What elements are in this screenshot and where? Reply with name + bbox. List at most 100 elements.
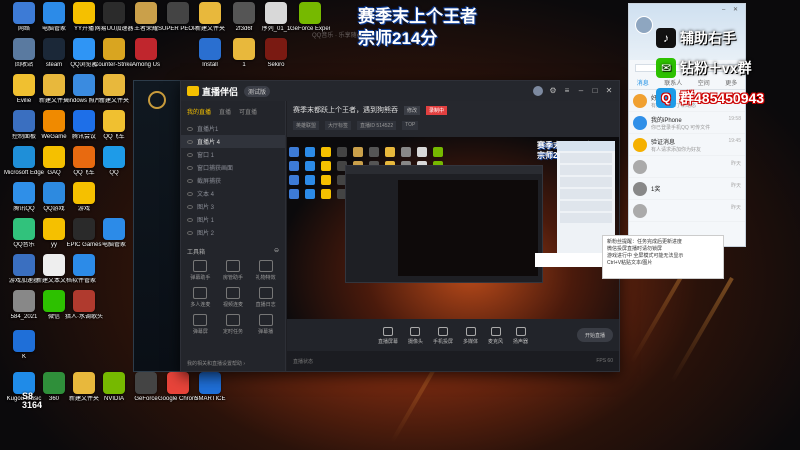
eye-icon[interactable]: [187, 126, 193, 131]
tool-button[interactable]: 多人连麦: [185, 287, 216, 308]
app-icon: [13, 290, 35, 312]
collapse-icon[interactable]: ⊖: [274, 247, 279, 256]
qq-conversation-row[interactable]: 昨天: [629, 200, 745, 222]
scene-list: 直播片1 直播片 4 窗口 1 窗口捕获画面截屏捕获 文本 4 图片 3 图片 1 图片 2: [181, 122, 285, 239]
desktop-icon-label: 软件管家: [71, 278, 96, 284]
live-preview[interactable]: 赛季末上个王者 宗师214分: [287, 137, 619, 319]
desktop-icon[interactable]: QQ: [94, 146, 134, 177]
scene-item[interactable]: 文本 4: [181, 187, 285, 200]
desktop-icon[interactable]: Sekiro: [256, 38, 296, 69]
qq-tab-messages[interactable]: 消息: [637, 78, 649, 87]
close-icon[interactable]: ✕: [605, 87, 613, 95]
preview-qq-row: [560, 165, 612, 175]
meta-category[interactable]: 英雄联盟: [293, 121, 320, 130]
tab-available[interactable]: 可直播: [239, 107, 257, 116]
desktop-icon[interactable]: 猎人·水调歌头: [64, 290, 104, 321]
qq-tab-contacts[interactable]: 联系人: [664, 78, 682, 87]
promo-line-3: Q 群485450943: [656, 88, 764, 108]
preview-mini-icon: [289, 147, 299, 157]
scene-item[interactable]: 图片 3: [181, 200, 285, 213]
eye-icon[interactable]: [187, 204, 193, 209]
maximize-icon[interactable]: □: [591, 87, 599, 95]
desktop-icon[interactable]: Among Us: [126, 38, 166, 69]
sidebar-footer-link[interactable]: 我的相关和直播设置帮助 ›: [187, 360, 245, 367]
eye-icon[interactable]: [187, 152, 193, 157]
desktop-icon[interactable]: K: [4, 330, 44, 361]
tool-button[interactable]: 弹幕助手: [185, 260, 216, 281]
qq-conversation-list: 好友动态有好友发布了新动态20:06我的iPhone你已登录手机QQ 可传文件1…: [629, 90, 745, 222]
scene-label: 图片 1: [197, 218, 215, 224]
qq-tab-space[interactable]: 空间: [698, 78, 710, 87]
control-label: 摄像头: [407, 339, 423, 345]
preview-qq-row: [560, 177, 612, 187]
qq-tab-more[interactable]: 更多: [725, 78, 737, 87]
scene-item[interactable]: 截屏捕获: [181, 174, 285, 187]
desktop-icon[interactable]: 游戏: [64, 182, 104, 213]
desktop-icon[interactable]: 新建文件夹: [94, 74, 134, 105]
scene-item[interactable]: 直播片1: [181, 122, 285, 135]
app-icon: [43, 146, 65, 168]
wallpaper-streak: [670, 277, 734, 383]
scene-item[interactable]: 窗口捕获画面: [181, 161, 285, 174]
source-control-button[interactable]: 麦克风: [488, 327, 503, 345]
tool-label: 弹幕助手: [190, 275, 211, 281]
tool-button[interactable]: 定时任务: [218, 314, 249, 335]
desktop-icon[interactable]: 软件管家: [64, 254, 104, 285]
tool-button[interactable]: 房管助手: [218, 260, 249, 281]
scene-item[interactable]: 图片 1: [181, 213, 285, 226]
preview-mini-icon: [321, 175, 331, 185]
qq-conversation-row[interactable]: 1奖 昨天: [629, 178, 745, 200]
source-control-button[interactable]: 手机投屏: [433, 327, 453, 345]
desktop-icon[interactable]: 电脑管家: [94, 218, 134, 249]
toolbox-title: 工具箱: [187, 250, 206, 256]
preview-mini-icon: [305, 175, 315, 185]
desktop-icon[interactable]: QQ飞车: [94, 110, 134, 141]
eye-icon[interactable]: [187, 139, 193, 144]
tool-button[interactable]: 弹幕播: [250, 314, 281, 335]
eye-icon[interactable]: [187, 178, 193, 183]
scene-item[interactable]: 直播片 4: [181, 135, 285, 148]
qq-window-controls[interactable]: – ✕: [722, 6, 741, 13]
minimize-icon[interactable]: –: [577, 87, 585, 95]
message-time: 昨天: [730, 161, 741, 167]
desktop-icon-label: QQ飞车: [103, 134, 125, 140]
eye-icon[interactable]: [187, 217, 193, 222]
desktop-icon[interactable]: SMARTICE: [190, 372, 230, 403]
tool-button[interactable]: 视频连麦: [218, 287, 249, 308]
qq-conversation-row[interactable]: 昨天: [629, 156, 745, 178]
scene-label: 窗口捕获画面: [197, 166, 234, 172]
app-titlebar[interactable]: 直播伴侣 测试版 ⚙ ≡ – □ ✕: [181, 81, 619, 101]
qq-conversation-row[interactable]: 验证消息 有人请求添加你为好友 19:45: [629, 134, 745, 156]
eye-icon[interactable]: [187, 191, 193, 196]
meta-tag[interactable]: 大厅标签: [325, 121, 352, 130]
qq-avatar[interactable]: [635, 16, 653, 34]
start-live-button[interactable]: 开始直播: [577, 328, 613, 342]
qq-conversation-row[interactable]: 我的iPhone 你已登录手机QQ 可传文件 19:58: [629, 112, 745, 134]
tab-live[interactable]: 直播: [219, 107, 231, 116]
source-control-button[interactable]: 直播屏幕: [378, 327, 398, 345]
source-control-button[interactable]: 摄像头: [408, 327, 423, 345]
help-tooltip: 新粉丝提醒：任务完成后更新进度 微信投屏直播时请勿锁屏 游戏进行中 全屏模式可能…: [602, 235, 724, 279]
edit-title-button[interactable]: 修改: [404, 105, 421, 115]
source-control-button[interactable]: 多媒体: [463, 327, 478, 345]
eye-icon[interactable]: [187, 165, 193, 170]
tool-button[interactable]: 弹幕屏: [185, 314, 216, 335]
app-icon: [135, 2, 157, 24]
menu-icon[interactable]: ≡: [563, 87, 571, 95]
desktop-icon[interactable]: GeForce Experience: [290, 2, 330, 33]
source-control-button[interactable]: 扬声器: [513, 327, 528, 345]
app-icon: [13, 38, 35, 60]
game-client-frame[interactable]: [133, 80, 181, 372]
tool-button[interactable]: 直播日志: [250, 287, 281, 308]
preview-mini-icon: [289, 189, 299, 199]
tab-my-live[interactable]: 我的直播: [187, 107, 211, 116]
preview-mini-icon: [417, 147, 427, 157]
scene-item[interactable]: 窗口 1: [181, 148, 285, 161]
tool-button[interactable]: 礼物特效: [250, 260, 281, 281]
gear-icon[interactable]: ⚙: [549, 87, 557, 95]
scene-item[interactable]: 图片 2: [181, 226, 285, 239]
app-icon: [13, 182, 35, 204]
user-avatar[interactable]: [533, 86, 543, 96]
eye-icon[interactable]: [187, 230, 193, 235]
app-icon: [199, 38, 221, 60]
